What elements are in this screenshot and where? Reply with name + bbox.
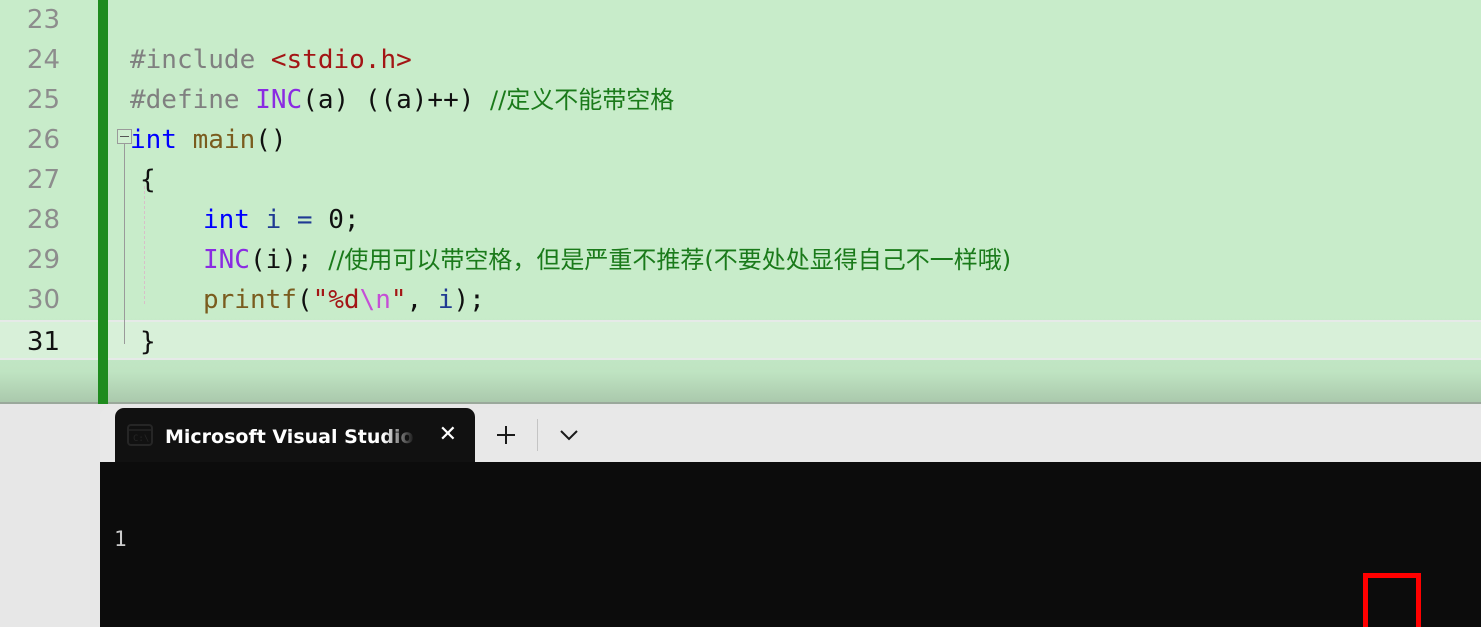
command-prompt-icon: C:\ <box>127 424 153 446</box>
line-number: 30 <box>26 285 60 315</box>
code-line-24[interactable]: 24 #include <stdio.h> <box>0 40 1481 80</box>
token-paren-close: ); <box>453 285 485 315</box>
token-macro-name: INC <box>255 85 303 115</box>
token-preprocessor: #include <box>130 45 256 75</box>
screen: 23 24 #include <stdio.h> 25 #define INC(… <box>0 0 1481 627</box>
token-variable: i = <box>249 205 329 235</box>
plus-icon <box>497 426 515 444</box>
token-keyword: int <box>130 125 177 155</box>
token-preprocessor: #define <box>130 85 240 115</box>
token-string: "%d <box>312 285 360 315</box>
token-macro-args: (a) ((a)++) <box>302 85 475 115</box>
code-line-31[interactable]: 31 } <box>0 320 1481 360</box>
line-number: 31 <box>26 327 60 357</box>
code-text: int main() <box>130 120 287 160</box>
token-function-name: printf <box>203 285 297 315</box>
change-bar-indicator <box>98 0 108 404</box>
terminal-tab-bar: C:\ Microsoft Visual Studio 调试控制台 ✕ <box>100 408 1481 462</box>
token-semicolon: ; <box>343 205 360 235</box>
token-comment: //使用可以带空格，但是严重不推荐(不要处处显得自己不一样哦) <box>328 246 1012 274</box>
code-text: int i = 0; <box>203 200 360 240</box>
code-editor-pane[interactable]: 23 24 #include <stdio.h> 25 #define INC(… <box>0 0 1481 404</box>
code-text: printf("%d\n", i); <box>203 280 485 320</box>
code-text: } <box>140 322 156 362</box>
token-parens: () <box>255 125 287 155</box>
terminal-program-output: 1 <box>114 527 127 551</box>
fold-collapse-icon[interactable] <box>117 129 132 144</box>
code-lines: 23 24 #include <stdio.h> 25 #define INC(… <box>0 0 1481 360</box>
token-string-end: " <box>390 285 407 315</box>
token-variable: i <box>437 285 454 315</box>
line-number: 28 <box>26 205 60 235</box>
new-tab-button[interactable] <box>475 408 537 462</box>
line-number: 29 <box>26 245 60 275</box>
pane-divider <box>0 402 1481 404</box>
line-number: 24 <box>26 45 60 75</box>
token-keyword: int <box>203 205 250 235</box>
code-text: #define INC(a) ((a)++) //定义不能带空格 <box>130 80 674 120</box>
code-line-30[interactable]: 30 printf("%d\n", i); <box>0 280 1481 320</box>
token-brace: } <box>140 327 156 357</box>
line-number: 27 <box>26 165 60 195</box>
token-call: (i); <box>249 245 313 275</box>
tab-actions <box>475 408 600 462</box>
terminal-tab-title: Microsoft Visual Studio 调试控制台 <box>165 425 413 448</box>
line-number: 26 <box>26 125 60 155</box>
code-line-25[interactable]: 25 #define INC(a) ((a)++) //定义不能带空格 <box>0 80 1481 120</box>
svg-text:C:\: C:\ <box>133 434 149 444</box>
terminal-output[interactable]: 1 D:\学习\代码仓库\C语言代码仓库\C深剖项目\x64\Debug\C深剖… <box>100 462 1481 627</box>
close-icon[interactable]: ✕ <box>439 424 457 446</box>
token-brace: { <box>140 165 156 195</box>
terminal-window[interactable]: C:\ Microsoft Visual Studio 调试控制台 ✕ <box>100 408 1481 627</box>
terminal-tab-active[interactable]: C:\ Microsoft Visual Studio 调试控制台 ✕ <box>115 408 475 462</box>
indent-guide <box>144 186 145 304</box>
tab-dropdown-button[interactable] <box>538 408 600 462</box>
fold-region-line <box>124 144 125 344</box>
line-number: 23 <box>26 5 60 35</box>
code-line-29[interactable]: 29 INC(i); //使用可以带空格，但是严重不推荐(不要处处显得自己不一样… <box>0 240 1481 280</box>
code-text: #include <stdio.h> <box>130 40 412 80</box>
token-header: <stdio.h> <box>270 45 412 75</box>
token-escape-sequence: \n <box>359 285 391 315</box>
code-line-26[interactable]: 26 int main() <box>0 120 1481 160</box>
token-function-name: main <box>192 125 256 155</box>
token-comment: //定义不能带空格 <box>490 86 675 114</box>
code-line-23[interactable]: 23 <box>0 0 1481 40</box>
line-number: 25 <box>26 85 60 115</box>
token-number: 0 <box>328 205 344 235</box>
token-macro-name: INC <box>203 245 250 275</box>
chevron-down-icon <box>560 430 578 441</box>
token-comma: , <box>406 285 438 315</box>
code-line-28[interactable]: 28 int i = 0; <box>0 200 1481 240</box>
code-text: { <box>140 160 156 200</box>
code-line-27[interactable]: 27 { <box>0 160 1481 200</box>
token-paren-open: ( <box>296 285 313 315</box>
code-text: INC(i); //使用可以带空格，但是严重不推荐(不要处处显得自己不一样哦) <box>203 240 1011 280</box>
